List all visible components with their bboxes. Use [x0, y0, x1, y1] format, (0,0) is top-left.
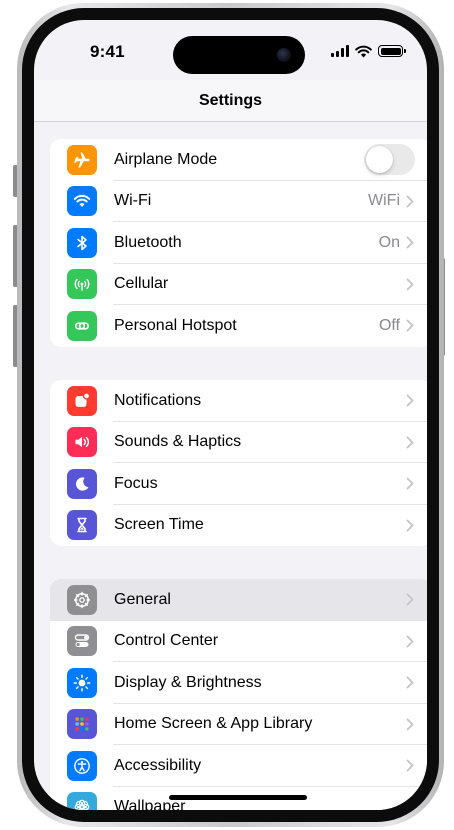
row-label: Home Screen & App Library [114, 715, 313, 733]
cellular-icon [67, 269, 97, 300]
row-label: Focus [114, 474, 158, 492]
settings-group-general: General Control Center Display & Brightnes… [50, 579, 427, 810]
row-label: Screen Time [114, 516, 204, 534]
status-icons [331, 44, 406, 58]
row-label: Airplane Mode [114, 150, 218, 168]
chevron-right-icon [406, 319, 416, 332]
chevron-right-icon [406, 635, 416, 648]
settings-row-personal-hotspot[interactable]: Personal Hotspot Off [50, 305, 427, 347]
row-label: General [114, 590, 171, 608]
home-indicator[interactable] [169, 795, 307, 800]
page-title: Settings [198, 91, 263, 109]
chevron-right-icon [406, 394, 416, 407]
airplane-icon [67, 144, 97, 175]
moon-icon [67, 468, 97, 499]
settings-row-accessibility[interactable]: Accessibility [50, 745, 427, 787]
row-label: Cellular [114, 275, 169, 293]
bluetooth-icon [67, 227, 97, 258]
settings-row-wi-fi[interactable]: Wi-Fi WiFi [50, 181, 427, 222]
row-label: Control Center [114, 632, 219, 650]
wifi-status-icon [355, 45, 372, 57]
chevron-right-icon [406, 676, 416, 689]
sun-icon [67, 667, 97, 698]
settings-row-control-center[interactable]: Control Center [50, 621, 427, 662]
flower-icon [67, 792, 97, 810]
row-value: On [378, 233, 400, 251]
chevron-right-icon [406, 278, 416, 291]
chevron-right-icon [406, 195, 416, 208]
settings-row-sounds-and-haptics[interactable]: Sounds & Haptics [50, 422, 427, 463]
settings-row-general[interactable]: General [50, 579, 427, 621]
speaker-icon [67, 427, 97, 458]
settings-group-notifications: Notifications Sounds & Haptics Focus Screen… [50, 380, 427, 546]
airplane-mode-toggle[interactable] [364, 144, 415, 176]
toggles-icon [67, 626, 97, 657]
row-label: Sounds & Haptics [114, 433, 242, 451]
settings-group-connectivity: Airplane Mode Wi-Fi WiFi Bluetooth On Cellula… [50, 139, 427, 347]
battery-icon [378, 45, 406, 57]
dynamic-island [173, 36, 305, 74]
row-label: Display & Brightness [114, 673, 262, 691]
phone-frame: 9:41 Settings Airplane Mode Wi-Fi WiFi Blue… [17, 3, 444, 827]
settings-row-cellular[interactable]: Cellular [50, 264, 427, 305]
row-label: Accessibility [114, 756, 202, 774]
chevron-right-icon [406, 436, 416, 449]
chevron-right-icon [406, 759, 416, 772]
hotspot-icon [67, 310, 97, 341]
navigation-bar: Settings [34, 80, 427, 122]
row-label: Wi-Fi [114, 192, 152, 210]
row-label: Personal Hotspot [114, 316, 237, 334]
settings-row-screen-time[interactable]: Screen Time [50, 505, 427, 547]
accessibility-icon [67, 750, 97, 781]
row-label: Notifications [114, 391, 202, 409]
wifi-icon [67, 186, 97, 217]
chevron-right-icon [406, 477, 416, 490]
home-grid-icon [67, 709, 97, 740]
chevron-right-icon [406, 236, 416, 249]
gear-icon [67, 584, 97, 615]
settings-row-home-screen-and-app-library[interactable]: Home Screen & App Library [50, 704, 427, 745]
chevron-right-icon [406, 593, 416, 606]
toggle-knob [366, 146, 393, 174]
chevron-right-icon [406, 718, 416, 731]
hourglass-icon [67, 510, 97, 541]
signal-icon [331, 45, 349, 57]
status-time: 9:41 [90, 42, 125, 61]
row-label: Wallpaper [114, 798, 186, 810]
camera-icon [277, 48, 291, 62]
phone-bezel: 9:41 Settings Airplane Mode Wi-Fi WiFi Blue… [22, 8, 439, 822]
row-value: WiFi [368, 192, 400, 210]
settings-row-display-and-brightness[interactable]: Display & Brightness [50, 662, 427, 704]
chevron-right-icon [406, 519, 416, 532]
chevron-right-icon [406, 801, 416, 810]
settings-row-airplane-mode[interactable]: Airplane Mode [50, 139, 427, 181]
settings-row-focus[interactable]: Focus [50, 463, 427, 505]
row-label: Bluetooth [114, 233, 182, 251]
settings-row-notifications[interactable]: Notifications [50, 380, 427, 422]
screen: 9:41 Settings Airplane Mode Wi-Fi WiFi Blue… [34, 20, 427, 810]
notifications-icon [67, 385, 97, 416]
settings-row-bluetooth[interactable]: Bluetooth On [50, 222, 427, 264]
row-value: Off [378, 316, 400, 334]
